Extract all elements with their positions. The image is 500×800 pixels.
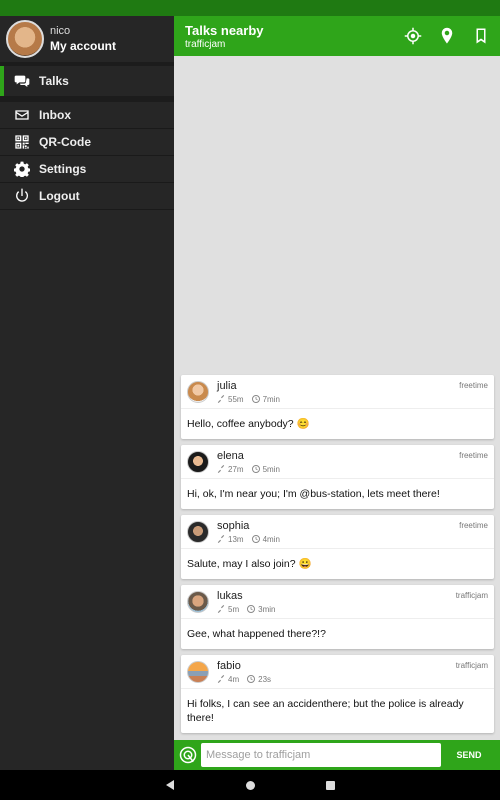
page-title: Talks nearby bbox=[185, 22, 264, 38]
avatar bbox=[187, 590, 209, 613]
message-card[interactable]: elena 27m 5min freetime Hi, ok, I'm near… bbox=[181, 445, 494, 509]
power-icon bbox=[13, 187, 31, 205]
distance: 13m bbox=[228, 534, 244, 544]
avatar bbox=[6, 20, 44, 58]
message-card[interactable]: lukas 5m 3min trafficjam Gee, what happe… bbox=[181, 585, 494, 649]
account-header[interactable]: nico My account bbox=[0, 16, 174, 66]
distance: 55m bbox=[228, 394, 244, 404]
message-input[interactable] bbox=[201, 743, 441, 767]
topic-label: freetime bbox=[459, 381, 488, 390]
message-card[interactable]: fabio 4m 23s trafficjam Hi folks, I can … bbox=[181, 655, 494, 733]
sidebar-item-label: Logout bbox=[39, 189, 80, 203]
clock-icon bbox=[251, 465, 260, 473]
clock-icon bbox=[251, 535, 260, 543]
topic-label: trafficjam bbox=[455, 661, 488, 670]
message-composer: SEND bbox=[174, 740, 500, 770]
elapsed-time: 7min bbox=[262, 394, 280, 404]
sidebar-item-inbox[interactable]: Inbox bbox=[0, 102, 174, 129]
elapsed-time: 5min bbox=[262, 464, 280, 474]
sender-name: elena bbox=[217, 449, 244, 462]
sender-name: julia bbox=[217, 379, 237, 392]
recents-button[interactable] bbox=[290, 780, 370, 790]
sidebar-item-logout[interactable]: Logout bbox=[0, 183, 174, 210]
message-card[interactable]: julia 55m 7min freetime Hello, coffee an… bbox=[181, 375, 494, 439]
topic-label: trafficjam bbox=[455, 591, 488, 600]
distance-icon bbox=[217, 605, 225, 613]
topic-label: freetime bbox=[459, 451, 488, 460]
elapsed-time: 4min bbox=[262, 534, 280, 544]
topic-label: freetime bbox=[459, 521, 488, 530]
message-card[interactable]: sophia 13m 4min freetime Salute, may I a… bbox=[181, 515, 494, 579]
message-text: Hello, coffee anybody? 😊 bbox=[187, 418, 310, 430]
sidebar-item-settings[interactable]: Settings bbox=[0, 156, 174, 183]
message-list: julia 55m 7min freetime Hello, coffee an… bbox=[181, 375, 494, 739]
location-pin-icon[interactable] bbox=[432, 21, 462, 51]
location-chat-icon[interactable] bbox=[177, 744, 199, 766]
sidebar-item-talks[interactable]: Talks bbox=[0, 66, 174, 96]
avatar bbox=[187, 660, 209, 683]
account-username: nico bbox=[50, 25, 71, 37]
back-triangle-icon bbox=[166, 780, 174, 790]
my-account-link[interactable]: My account bbox=[50, 39, 116, 53]
sidebar-item-label: Inbox bbox=[39, 108, 71, 122]
status-bar bbox=[0, 0, 500, 16]
elapsed-time: 23s bbox=[258, 674, 272, 684]
navigation-drawer: nico My account Talks Inbox QR-Code Sett… bbox=[0, 16, 174, 770]
chat-bubbles-icon bbox=[13, 72, 31, 90]
sender-name: lukas bbox=[217, 589, 243, 602]
avatar bbox=[187, 450, 209, 473]
home-button[interactable] bbox=[210, 780, 290, 790]
sender-name: fabio bbox=[217, 659, 241, 672]
app-bar: Talks nearby trafficjam bbox=[174, 16, 500, 56]
sidebar-item-qr-code[interactable]: QR-Code bbox=[0, 129, 174, 156]
qr-code-icon bbox=[13, 133, 31, 151]
clock-icon bbox=[247, 675, 256, 683]
distance: 27m bbox=[228, 464, 244, 474]
sidebar-item-label: QR-Code bbox=[39, 135, 91, 149]
distance: 4m bbox=[228, 674, 240, 684]
message-text: Hi folks, I can see an accidenthere; but… bbox=[187, 698, 464, 724]
send-button[interactable]: SEND bbox=[449, 750, 489, 760]
distance-icon bbox=[217, 395, 225, 403]
distance-icon bbox=[217, 675, 225, 683]
sidebar-item-label: Settings bbox=[39, 162, 87, 176]
clock-icon bbox=[251, 395, 260, 403]
message-text: Hi, ok, I'm near you; I'm @bus-station, … bbox=[187, 488, 440, 500]
back-button[interactable] bbox=[130, 780, 210, 790]
clock-icon bbox=[247, 605, 256, 613]
distance: 5m bbox=[228, 604, 240, 614]
distance-icon bbox=[217, 465, 225, 473]
gear-icon bbox=[13, 160, 31, 178]
bookmark-icon[interactable] bbox=[466, 21, 496, 51]
crosshair-icon[interactable] bbox=[398, 21, 428, 51]
system-navigation-bar bbox=[0, 770, 500, 800]
distance-icon bbox=[217, 535, 225, 543]
message-text: Salute, may I also join? 😀 bbox=[187, 558, 312, 570]
sender-name: sophia bbox=[217, 519, 250, 532]
elapsed-time: 3min bbox=[258, 604, 276, 614]
envelope-icon bbox=[13, 106, 31, 124]
recents-square-icon bbox=[325, 780, 335, 790]
page-subtitle: trafficjam bbox=[185, 38, 226, 50]
message-text: Gee, what happened there?!? bbox=[187, 628, 326, 640]
sidebar-item-label: Talks bbox=[39, 74, 69, 88]
avatar bbox=[187, 380, 209, 403]
talks-panel: Talks nearby trafficjam julia 55m 7min f… bbox=[174, 16, 500, 770]
avatar bbox=[187, 520, 209, 543]
home-circle-icon bbox=[245, 780, 255, 790]
